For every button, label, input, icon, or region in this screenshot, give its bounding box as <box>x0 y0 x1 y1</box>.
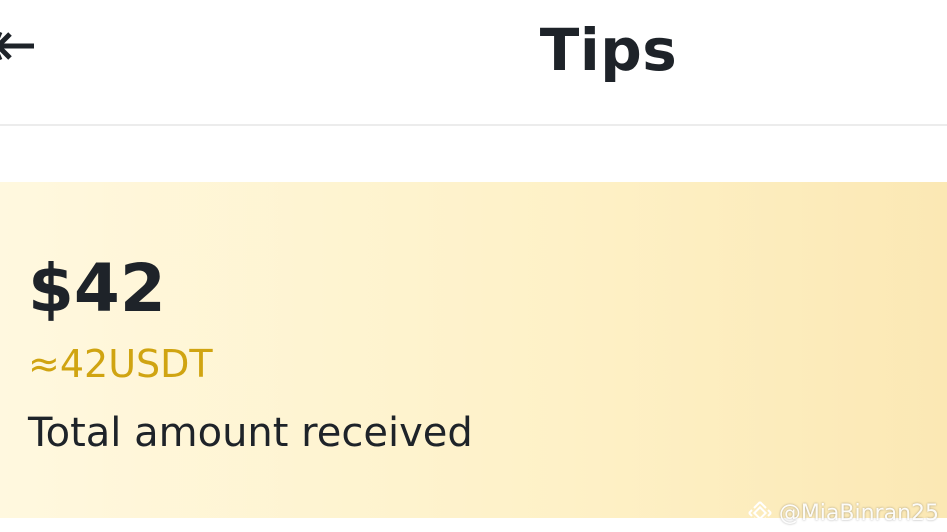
page-title: Tips <box>539 16 678 84</box>
back-button[interactable] <box>0 22 44 70</box>
total-amount-value: $42 <box>28 250 166 327</box>
tips-screen: Tips $42 ≈42USDT Total amount received @… <box>0 0 947 532</box>
watermark-text: @MiaBinran25 <box>778 500 939 526</box>
binance-logo-icon <box>747 500 773 526</box>
approx-usdt-value: ≈42USDT <box>28 342 213 386</box>
total-amount-label: Total amount received <box>28 410 473 456</box>
top-app-bar: Tips <box>0 0 947 126</box>
arrow-left-icon <box>0 32 34 60</box>
watermark: @MiaBinran25 <box>747 500 939 526</box>
